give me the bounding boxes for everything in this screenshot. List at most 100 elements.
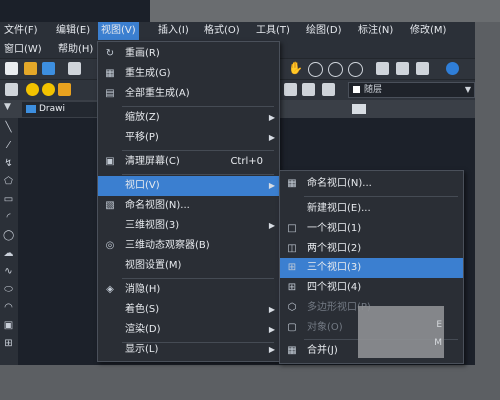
view-menu-item-named-views[interactable]: ▧ 命名视图(N)... [98,196,279,216]
view-menu-item-label: 渲染(D) [125,324,161,335]
ellipse-icon[interactable]: ⬭ [3,284,14,295]
shortcut-label: Ctrl+0 [230,156,263,167]
layer-manager-icon[interactable] [5,83,18,96]
view-menu-item-regen-all[interactable]: ▤ 全部重生成(A) [98,84,279,104]
view-menu-item-label: 三维视图(3) [125,220,180,231]
menu-modify[interactable]: 修改(M) [410,22,446,40]
layer-combo[interactable]: 随层 ▼ [348,82,475,98]
join-viewports-icon: ▦ [287,345,297,356]
view-menu-item-render[interactable]: 渲染(D) ▶ [98,320,279,340]
view-menu-item-clean-screen[interactable]: ▣ 清理屏幕(C) Ctrl+0 [98,152,279,172]
new-tab-icon[interactable] [352,104,366,114]
view-menu-item-display[interactable]: 显示(L) ▶ [98,340,279,360]
hide-icon: ◈ [106,284,114,295]
menu-format[interactable]: 格式(O) [204,22,240,40]
polygonal-viewport-icon: ⬡ [287,302,297,313]
tab-menu-chevron-icon[interactable]: ▼ [4,102,11,112]
viewports-item-three[interactable]: ⊞ 三个视口(3) [280,258,463,278]
submenu-arrow-icon: ▶ [268,113,275,122]
layer-on-bulb-icon[interactable] [26,83,39,96]
view-menu-item-label: 消隐(H) [125,284,161,295]
rectangle-icon[interactable]: ▭ [3,194,14,205]
layer-match-icon[interactable] [302,83,315,96]
viewports-item-label: 一个视口(1) [307,223,362,234]
viewports-item-named[interactable]: ▦ 命名视口(N)... [280,174,463,194]
zoom-realtime-icon[interactable] [308,62,323,77]
view-menu-item-shade[interactable]: 着色(S) ▶ [98,300,279,320]
line-icon[interactable]: ╲ [3,122,14,133]
view-menu-item-3d-orbit[interactable]: ◎ 三维动态观察器(B) [98,236,279,256]
zoom-window-icon[interactable] [328,62,343,77]
viewports-item-label: 四个视口(4) [307,282,362,293]
view-menu-item-label: 平移(P) [125,132,159,143]
menu-edit[interactable]: 编辑(E) [56,22,90,40]
pan-hand-icon[interactable]: ✋ [288,62,303,75]
ghost-letter: E [436,320,442,330]
menu-tools[interactable]: 工具(T) [256,22,290,40]
tab-drawing[interactable]: Drawi [22,102,98,117]
layer-thaw-sun-icon[interactable] [42,83,55,96]
viewports-item-two[interactable]: ◫ 两个视口(2) [280,239,463,259]
submenu-arrow-icon: ▶ [268,133,275,142]
view-menu-item-regen[interactable]: ▦ 重生成(G) [98,64,279,84]
open-folder-icon[interactable] [24,62,37,75]
view-menu-item-view-settings[interactable]: 视图设置(M) [98,256,279,276]
ellipse-arc-icon[interactable]: ◠ [3,302,14,313]
save-icon[interactable] [42,62,55,75]
spline-icon[interactable]: ∿ [3,266,14,277]
menu-divider [304,196,458,197]
layer-previous-icon[interactable] [284,83,297,96]
construction-line-icon[interactable]: ⁄ [3,140,14,151]
viewports-item-four[interactable]: ⊞ 四个视口(4) [280,278,463,298]
tab-drawing-label: Drawi [39,104,66,114]
color-control-icon[interactable] [322,83,335,96]
menu-draw[interactable]: 绘图(D) [306,22,342,40]
menu-help[interactable]: 帮助(H) [58,41,93,59]
make-block-icon[interactable]: ⊞ [3,338,14,349]
draw-toolbar: ╲ ⁄ ↯ ⬠ ▭ ◜ ◯ ☁ ∿ ⬭ ◠ ▣ ⊞ [0,118,18,365]
view-menu-item-label: 命名视图(N)... [125,200,190,211]
view-menu-item-label: 三维动态观察器(B) [125,240,210,251]
insert-block-icon[interactable]: ▣ [3,320,14,331]
view-menu-item-label: 重生成(G) [125,68,171,79]
view-menu-item-label: 缩放(Z) [125,112,160,123]
layer-combo-value: 随层 [364,85,383,95]
viewports-item-label: 合并(J) [307,345,338,356]
menu-divider [122,150,274,151]
zoom-previous-icon[interactable] [348,62,363,77]
viewports-item-new[interactable]: 新建视口(E)... [280,199,463,219]
tool-palette-icon[interactable] [416,62,429,75]
layer-lock-icon[interactable] [58,83,71,96]
regen-all-icon: ▤ [105,88,115,99]
view-menu-item-hide[interactable]: ◈ 消隐(H) [98,280,279,300]
viewports-item-label: 新建视口(E)... [307,203,371,214]
revision-cloud-icon[interactable]: ☁ [3,248,14,259]
view-menu-item-label: 清理屏幕(C) [125,156,180,167]
viewports-item-one[interactable]: □ 一个视口(1) [280,219,463,239]
menu-view[interactable]: 视图(V) [98,22,139,40]
four-viewports-icon: ⊞ [287,282,297,293]
submenu-arrow-icon: ▶ [268,345,275,354]
view-menu-item-redraw[interactable]: ↻ 重画(R) [98,44,279,64]
drawing-file-icon [26,104,36,113]
view-menu-item-zoom[interactable]: 缩放(Z) ▶ [98,108,279,128]
help-icon[interactable] [446,62,459,75]
design-center-icon[interactable] [396,62,409,75]
print-icon[interactable] [68,62,81,75]
view-menu-item-3d-views[interactable]: 三维视图(3) ▶ [98,216,279,236]
view-menu-item-label: 全部重生成(A) [125,88,190,99]
polygon-icon[interactable]: ⬠ [3,176,14,187]
new-file-icon[interactable] [5,62,18,75]
menu-file[interactable]: 文件(F) [4,22,38,40]
view-menu-item-label: 显示(L) [125,344,159,355]
menu-dimension[interactable]: 标注(N) [358,22,393,40]
viewports-item-label: 对象(O) [307,322,343,333]
menu-window[interactable]: 窗口(W) [4,41,42,59]
polyline-icon[interactable]: ↯ [3,158,14,169]
properties-icon[interactable] [376,62,389,75]
menu-insert[interactable]: 插入(I) [158,22,189,40]
view-menu-item-viewports[interactable]: 视口(V) ▶ [98,176,279,196]
circle-icon[interactable]: ◯ [3,230,14,241]
arc-icon[interactable]: ◜ [3,212,14,223]
view-menu-item-pan[interactable]: 平移(P) ▶ [98,128,279,148]
